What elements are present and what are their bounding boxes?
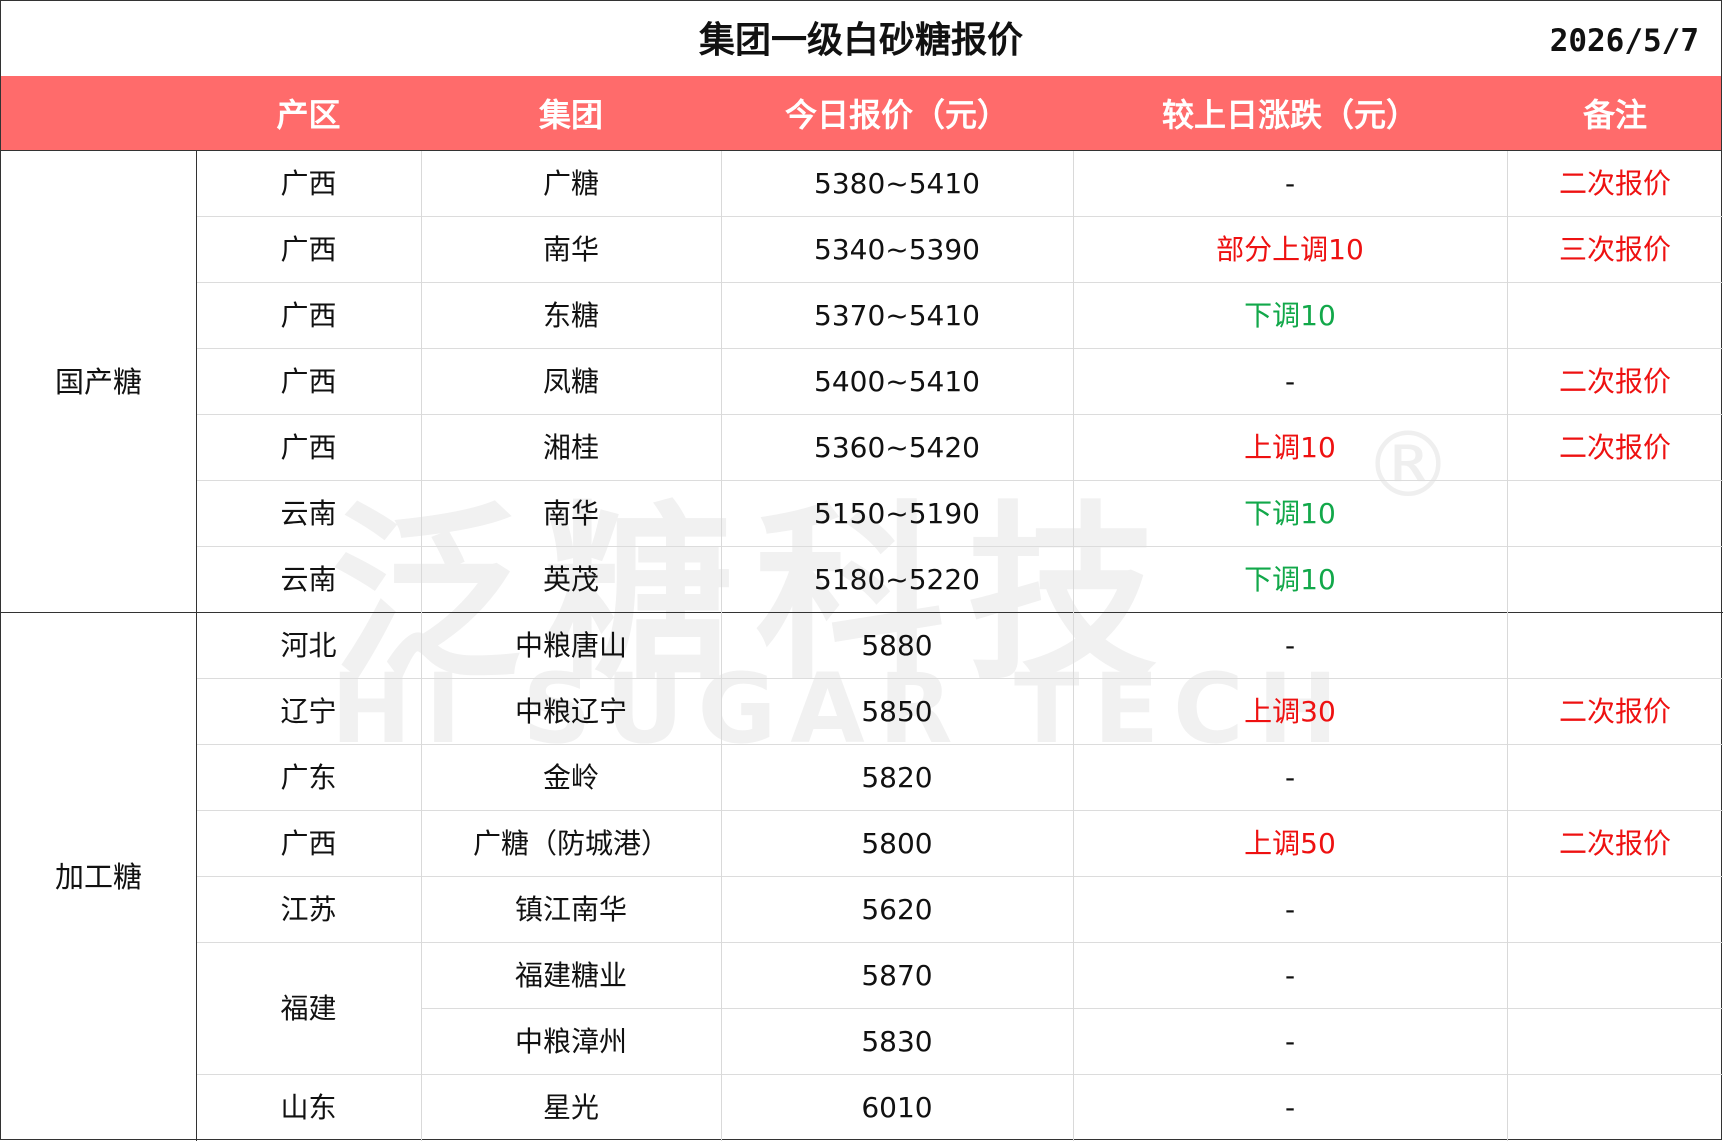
price-cell: 5870 <box>861 959 933 992</box>
column-divider <box>1507 151 1508 1141</box>
region-cell: 广西 <box>280 431 337 464</box>
note-cell <box>1507 613 1723 679</box>
change-cell: - <box>1284 365 1296 398</box>
col-header-price: 今日报价（元） <box>784 96 1009 134</box>
header-row: 产区 集团 今日报价（元） 较上日涨跌（元） 备注 <box>1 76 1721 151</box>
note-cell <box>1507 877 1723 943</box>
price-cell: 5360~5420 <box>814 431 980 464</box>
change-cell: - <box>1284 629 1296 662</box>
change-cell: 下调10 <box>1244 497 1336 530</box>
change-cell: 上调30 <box>1244 695 1336 728</box>
price-cell: 5340~5390 <box>814 233 980 266</box>
col-header-region: 产区 <box>276 96 341 134</box>
region-cell: 广西 <box>280 827 337 860</box>
column-divider <box>421 151 422 1141</box>
note-cell <box>1507 943 1723 1009</box>
region-cell: 广西 <box>280 299 337 332</box>
col-header-change: 较上日涨跌（元） <box>1161 96 1418 134</box>
region-cell: 广西 <box>280 167 337 200</box>
note-cell: 二次报价 <box>1558 695 1671 728</box>
price-cell: 5800 <box>861 827 933 860</box>
company-cell: 南华 <box>542 233 599 266</box>
price-cell: 5180~5220 <box>814 563 980 596</box>
note-cell: 二次报价 <box>1558 167 1671 200</box>
company-cell: 湘桂 <box>542 431 599 464</box>
note-cell <box>1507 481 1723 547</box>
company-cell: 东糖 <box>542 299 599 332</box>
region-cell: 山东 <box>280 1091 337 1124</box>
change-cell: - <box>1284 1025 1296 1058</box>
company-cell: 镇江南华 <box>514 893 627 926</box>
price-cell: 5850 <box>861 695 933 728</box>
price-cell: 5150~5190 <box>814 497 980 530</box>
column-divider <box>196 151 197 1141</box>
note-cell: 三次报价 <box>1558 233 1671 266</box>
region-cell: 云南 <box>280 497 337 530</box>
group-processed: 加工糖 <box>54 860 142 894</box>
company-cell: 广糖（防城港） <box>472 827 669 860</box>
company-cell: 金岭 <box>542 761 599 794</box>
company-cell: 星光 <box>542 1091 599 1124</box>
group-domestic: 国产糖 <box>54 365 142 399</box>
price-cell: 5380~5410 <box>814 167 980 200</box>
company-cell: 中粮漳州 <box>514 1025 627 1058</box>
column-divider <box>721 151 722 1141</box>
price-cell: 5370~5410 <box>814 299 980 332</box>
change-cell: - <box>1284 1091 1296 1124</box>
change-cell: 上调50 <box>1244 827 1336 860</box>
region-cell: 广西 <box>280 365 337 398</box>
title-row: 集团一级白砂糖报价 2026/5/7 <box>1 1 1721 76</box>
column-divider <box>1073 151 1074 1141</box>
company-cell: 南华 <box>542 497 599 530</box>
change-cell: - <box>1284 761 1296 794</box>
table-date: 2026/5/7 <box>1549 23 1699 59</box>
price-cell: 5620 <box>861 893 933 926</box>
company-cell: 中粮辽宁 <box>514 695 627 728</box>
change-cell: 上调10 <box>1244 431 1336 464</box>
price-cell: 6010 <box>861 1091 933 1124</box>
table-body: 国产糖 加工糖 广西 广糖 5380~5410- 二次报价 广西 南华 5340~5390 部… <box>1 151 1723 1141</box>
region-cell: 广东 <box>280 761 337 794</box>
company-cell: 福建糖业 <box>514 959 627 992</box>
note-cell: 二次报价 <box>1558 365 1671 398</box>
region-cell: 河北 <box>280 629 337 662</box>
change-cell: - <box>1284 959 1296 992</box>
change-cell: - <box>1284 167 1296 200</box>
change-cell: - <box>1284 893 1296 926</box>
col-header-note: 备注 <box>1582 96 1647 134</box>
col-header-company: 集团 <box>538 96 603 134</box>
region-cell: 广西 <box>280 233 337 266</box>
company-cell: 凤糖 <box>542 365 599 398</box>
change-cell: 下调10 <box>1244 563 1336 596</box>
note-cell: 二次报价 <box>1558 431 1671 464</box>
change-cell: 部分上调10 <box>1216 233 1364 266</box>
company-cell: 广糖 <box>542 167 599 200</box>
company-cell: 中粮唐山 <box>514 629 627 662</box>
table-title: 集团一级白砂糖报价 <box>698 20 1023 61</box>
price-table: 泛糖科技 ® HI SUGAR TECH 集团一级白砂糖报价 2026/5/7 … <box>0 0 1723 1141</box>
company-cell: 英茂 <box>542 563 599 596</box>
note-cell: 二次报价 <box>1558 827 1671 860</box>
note-cell <box>1507 1009 1723 1075</box>
price-cell: 5830 <box>861 1025 933 1058</box>
price-cell: 5400~5410 <box>814 365 980 398</box>
region-cell-merged: 福建 <box>280 992 337 1025</box>
change-cell: 下调10 <box>1244 299 1336 332</box>
note-cell <box>1507 745 1723 811</box>
region-cell: 江苏 <box>280 893 337 926</box>
price-cell: 5820 <box>861 761 933 794</box>
region-cell: 辽宁 <box>280 695 337 728</box>
price-cell: 5880 <box>861 629 933 662</box>
note-cell <box>1507 547 1723 613</box>
note-cell <box>1507 283 1723 349</box>
region-cell: 云南 <box>280 563 337 596</box>
note-cell <box>1507 1075 1723 1141</box>
